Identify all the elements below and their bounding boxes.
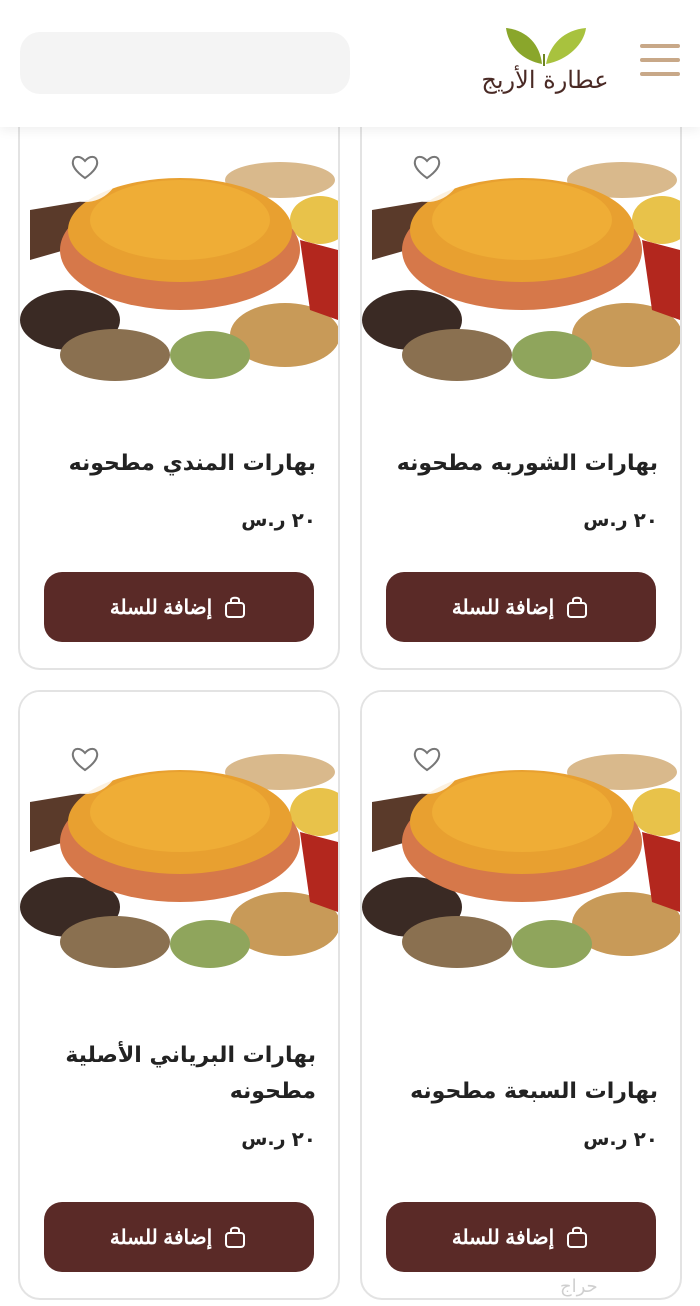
add-to-cart-label: إضافة للسلة <box>451 596 555 619</box>
product-title[interactable]: بهارات البرياني الأصلية مطحونه <box>40 1038 316 1110</box>
product-card[interactable]: بهارات المندي مطحونه ٢٠ ر.س إضافة للسلة <box>18 110 340 670</box>
product-price: ٢٠ ر.س <box>583 508 658 532</box>
shopping-bag-icon <box>225 596 246 618</box>
favorite-heart-icon[interactable] <box>50 132 120 202</box>
logo-text: عطارة الأريج <box>481 66 609 94</box>
product-grid: بهارات الشوربه مطحونه ٢٠ ر.س إضافة للسلة <box>18 110 682 1300</box>
add-to-cart-label: إضافة للسلة <box>109 1226 213 1249</box>
product-card[interactable]: بهارات السبعة مطحونه ٢٠ ر.س إضافة للسلة <box>360 690 682 1300</box>
currency-symbol: ر.س <box>583 509 628 531</box>
shopping-bag-icon <box>225 1226 246 1248</box>
shopping-bag-icon <box>567 1226 588 1248</box>
product-price: ٢٠ ر.س <box>241 508 316 532</box>
currency-symbol: ر.س <box>241 1128 286 1150</box>
price-value: ٢٠ <box>633 1127 658 1151</box>
currency-symbol: ر.س <box>583 1128 628 1150</box>
shopping-bag-icon <box>567 596 588 618</box>
product-card[interactable]: بهارات البرياني الأصلية مطحونه ٢٠ ر.س إض… <box>18 690 340 1300</box>
price-value: ٢٠ <box>291 508 316 532</box>
currency-symbol: ر.س <box>241 509 286 531</box>
favorite-heart-icon[interactable] <box>392 132 462 202</box>
price-value: ٢٠ <box>291 1127 316 1151</box>
search-area[interactable] <box>20 32 350 94</box>
favorite-heart-icon[interactable] <box>50 724 120 794</box>
add-to-cart-button[interactable]: إضافة للسلة <box>386 572 656 642</box>
add-to-cart-label: إضافة للسلة <box>109 596 213 619</box>
store-logo[interactable]: عطارة الأريج <box>480 24 610 108</box>
add-to-cart-label: إضافة للسلة <box>451 1226 555 1249</box>
product-title[interactable]: بهارات السبعة مطحونه <box>382 1074 658 1110</box>
product-price: ٢٠ ر.س <box>241 1127 316 1151</box>
product-price: ٢٠ ر.س <box>583 1127 658 1151</box>
product-card[interactable]: بهارات الشوربه مطحونه ٢٠ ر.س إضافة للسلة <box>360 110 682 670</box>
price-value: ٢٠ <box>633 508 658 532</box>
add-to-cart-button[interactable]: إضافة للسلة <box>44 572 314 642</box>
watermark: حراج <box>560 1276 598 1297</box>
leaf-logo-icon <box>506 28 586 66</box>
product-title[interactable]: بهارات المندي مطحونه <box>40 446 316 482</box>
add-to-cart-button[interactable]: إضافة للسلة <box>386 1202 656 1272</box>
add-to-cart-button[interactable]: إضافة للسلة <box>44 1202 314 1272</box>
product-title[interactable]: بهارات الشوربه مطحونه <box>382 446 658 482</box>
favorite-heart-icon[interactable] <box>392 724 462 794</box>
hamburger-menu-icon[interactable] <box>640 44 680 78</box>
site-header: عطارة الأريج <box>0 0 700 127</box>
